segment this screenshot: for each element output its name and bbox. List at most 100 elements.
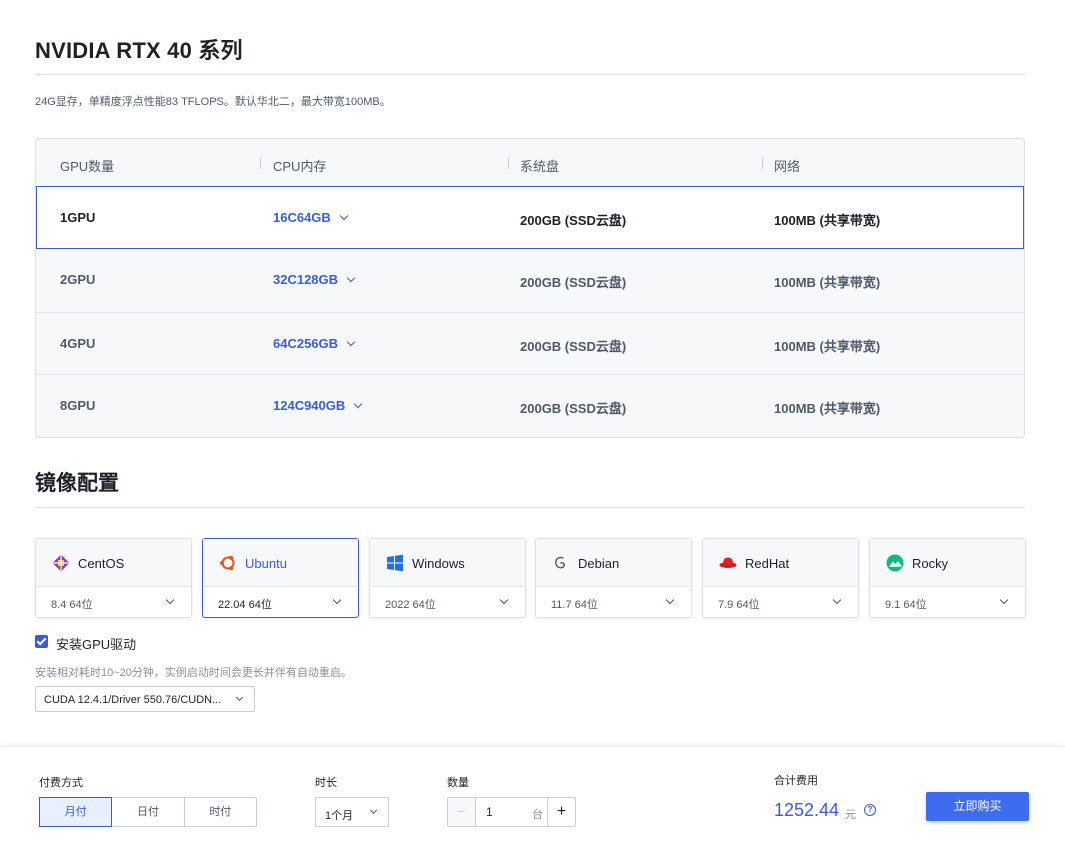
chevron-down-icon — [235, 693, 244, 702]
os-card-redhat[interactable]: RedHat 7.9 64位 — [702, 538, 859, 618]
rocky-icon — [886, 554, 904, 572]
spec-table: GPU数量 CPU内存 系统盘 网络 1GPU 16C64GB 200GB (S… — [35, 138, 1025, 438]
os-version-select[interactable]: 9.1 64位 — [885, 596, 927, 612]
os-version-select[interactable]: 2022 64位 — [385, 596, 436, 612]
chevron-down-icon — [332, 595, 342, 605]
debian-icon — [555, 556, 565, 569]
cpu-memory-value: 32C128GB — [273, 272, 339, 287]
cuda-version-select[interactable]: CUDA 12.4.1/Driver 550.76/CUDN... — [35, 686, 255, 712]
os-card-windows[interactable]: Windows 2022 64位 — [369, 538, 526, 618]
column-separator — [260, 157, 261, 169]
spec-row-2gpu[interactable]: 2GPU 32C128GB 200GB (SSD云盘) 100MB (共享带宽) — [36, 249, 1024, 312]
cpu-memory-value: 64C256GB — [273, 336, 339, 351]
os-version-select[interactable]: 7.9 64位 — [718, 596, 760, 612]
network: 100MB (共享带宽) — [774, 275, 881, 290]
decrement-button[interactable]: − — [448, 798, 476, 826]
spec-row-8gpu[interactable]: 8GPU 124C940GB 200GB (SSD云盘) 100MB (共享带宽… — [36, 374, 1024, 436]
network: 100MB (共享带宽) — [774, 401, 881, 416]
system-disk: 200GB (SSD云盘) — [520, 339, 627, 354]
network: 100MB (共享带宽) — [774, 213, 881, 228]
total-cost-label: 合计费用 — [774, 775, 818, 787]
chevron-down-icon — [339, 211, 349, 221]
gpu-driver-label: 安装GPU驱动 — [56, 637, 137, 652]
spec-row-4gpu[interactable]: 4GPU 64C256GB 200GB (SSD云盘) 100MB (共享带宽) — [36, 312, 1024, 374]
network: 100MB (共享带宽) — [774, 339, 881, 354]
header-cpu: CPU内存 — [273, 159, 327, 174]
chevron-down-icon — [354, 399, 363, 409]
os-card-header: Rocky — [870, 539, 1025, 587]
system-disk: 200GB (SSD云盘) — [520, 275, 627, 290]
chevron-down-icon — [499, 595, 509, 605]
os-name: Rocky — [912, 556, 949, 571]
cpu-memory-select[interactable]: 124C940GB — [273, 398, 363, 413]
image-config-title: 镜像配置 — [35, 472, 119, 495]
os-card-header: RedHat — [703, 539, 858, 587]
duration-label: 时长 — [315, 777, 337, 789]
total-price: 1252.44 — [774, 800, 840, 820]
os-card-debian[interactable]: Debian 11.7 64位 — [535, 538, 692, 618]
chevron-down-icon — [346, 273, 356, 283]
header-gpu: GPU数量 — [60, 159, 115, 174]
os-name: CentOS — [78, 556, 125, 571]
os-name: Debian — [578, 556, 620, 571]
os-card-header: CentOS — [36, 539, 191, 587]
increment-button[interactable]: + — [547, 798, 575, 826]
gpu-driver-note: 安装相对耗时10~20分钟，实例启动时间会更长并伴有自动重启。 — [35, 667, 352, 679]
quantity-input[interactable]: 1 — [486, 805, 493, 819]
price-unit: 元 — [845, 809, 856, 821]
cpu-memory-select[interactable]: 32C128GB — [273, 272, 356, 287]
os-card-ubuntu[interactable]: Ubuntu 22.04 64位 — [202, 538, 359, 618]
windows-icon — [387, 554, 403, 572]
title-divider — [35, 74, 1025, 75]
chevron-down-icon — [665, 595, 675, 605]
chevron-down-icon — [832, 595, 842, 605]
help-icon[interactable]: ? — [864, 804, 876, 816]
cpu-memory-value: 16C64GB — [273, 210, 331, 225]
system-disk: 200GB (SSD云盘) — [520, 213, 627, 228]
os-name: Ubuntu — [245, 556, 287, 571]
column-separator — [762, 157, 763, 169]
cpu-memory-select[interactable]: 64C256GB — [273, 336, 356, 351]
billing-option-daily[interactable]: 日付 — [112, 798, 185, 826]
redhat-icon — [719, 557, 737, 568]
buy-now-button[interactable]: 立即购买 — [926, 792, 1029, 821]
page-title: NVIDIA RTX 40 系列 — [35, 38, 243, 63]
spec-table-header: GPU数量 CPU内存 系统盘 网络 — [36, 139, 1024, 187]
billing-option-monthly[interactable]: 月付 — [39, 797, 113, 827]
cpu-memory-select[interactable]: 16C64GB — [273, 210, 349, 225]
section-divider — [35, 507, 1025, 508]
system-disk: 200GB (SSD云盘) — [520, 401, 627, 416]
os-version-select[interactable]: 22.04 64位 — [218, 596, 272, 612]
os-version-select[interactable]: 8.4 64位 — [51, 596, 93, 612]
os-card-header: Windows — [370, 539, 525, 587]
gpu-count: 2GPU — [60, 272, 96, 287]
chevron-down-icon — [165, 595, 175, 605]
header-disk: 系统盘 — [520, 159, 560, 174]
os-card-header: Ubuntu — [203, 539, 358, 587]
gpu-driver-checkbox[interactable] — [35, 635, 48, 648]
cuda-version-value: CUDA 12.4.1/Driver 550.76/CUDN... — [44, 694, 222, 706]
quantity-label: 数量 — [447, 777, 469, 789]
spec-row-1gpu[interactable]: 1GPU 16C64GB 200GB (SSD云盘) 100MB (共享带宽) — [36, 186, 1024, 249]
billing-option-hourly[interactable]: 时付 — [185, 798, 256, 826]
gpu-count: 8GPU — [60, 398, 96, 413]
os-card-header: Debian — [536, 539, 691, 587]
page: NVIDIA RTX 40 系列 24G显存，单精度浮点性能83 TFLOPS。… — [0, 0, 1065, 846]
os-name: RedHat — [745, 556, 790, 571]
os-card-rocky[interactable]: Rocky 9.1 64位 — [869, 538, 1026, 618]
os-card-centos[interactable]: CentOS 8.4 64位 — [35, 538, 192, 618]
header-network: 网络 — [774, 159, 801, 174]
billing-segmented-control: 月付 日付 时付 — [39, 797, 257, 827]
os-version-select[interactable]: 11.7 64位 — [551, 596, 598, 612]
cpu-memory-value: 124C940GB — [273, 398, 346, 413]
gpu-count: 4GPU — [60, 336, 96, 351]
duration-select[interactable]: 1个月 — [315, 797, 389, 827]
chevron-down-icon — [999, 595, 1009, 605]
quantity-unit: 台 — [532, 809, 543, 821]
centos-icon — [52, 554, 70, 572]
quantity-stepper: − 1 台 + — [447, 797, 576, 827]
duration-value: 1个月 — [325, 810, 354, 822]
os-name: Windows — [412, 556, 465, 571]
product-description: 24G显存，单精度浮点性能83 TFLOPS。默认华北二，最大带宽100MB。 — [35, 96, 391, 108]
chevron-down-icon — [369, 806, 378, 815]
